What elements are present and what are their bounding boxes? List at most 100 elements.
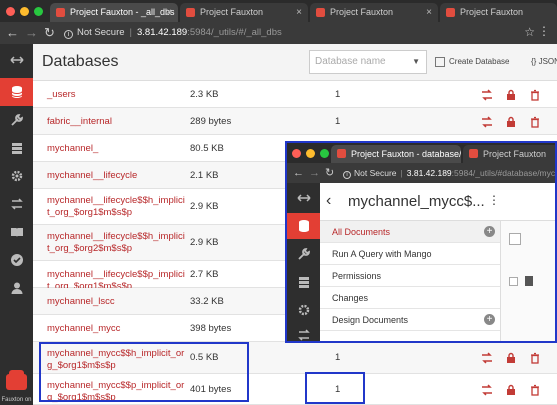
sidebar-item-config[interactable] — [0, 162, 33, 190]
close-tab-icon[interactable]: × — [166, 3, 172, 22]
select-all-checkbox[interactable] — [509, 233, 521, 245]
info-icon[interactable]: i — [64, 30, 73, 39]
sidebar-item-setup[interactable] — [287, 241, 320, 267]
forward-arrow-icon[interactable]: → — [309, 163, 320, 183]
json-link[interactable]: {} JSON — [531, 52, 557, 72]
add-icon[interactable]: + — [484, 314, 495, 325]
security-label: Not Secure — [354, 168, 397, 178]
fauxton-favicon-icon — [446, 8, 455, 17]
trash-icon[interactable] — [529, 89, 541, 101]
sidebar-footer-label: Fauxton on — [1, 397, 32, 403]
sidebar-item-databases[interactable] — [287, 213, 320, 239]
database-name-link[interactable]: mychannel_mycc — [47, 323, 185, 335]
sidebar-item-replication[interactable] — [287, 325, 320, 341]
back-arrow-icon[interactable]: ← — [293, 163, 304, 183]
fauxton-favicon-icon — [56, 8, 65, 17]
overlay-address-bar[interactable]: ← → ↻ i Not Secure | 3.81.42.189:5984/_util… — [287, 163, 555, 183]
fauxton-favicon-icon — [469, 149, 478, 158]
row-checkbox[interactable] — [509, 277, 518, 286]
sidebar-item-user[interactable] — [0, 274, 33, 302]
replicate-icon[interactable] — [481, 115, 493, 128]
database-row: fabric__internal 289 bytes 1 — [33, 108, 557, 135]
overlay-tab-0[interactable]: Project Fauxton - database/myc — [331, 145, 461, 163]
create-database-label: Create Database — [449, 57, 510, 66]
back-arrow-icon[interactable]: ← — [6, 25, 19, 41]
database-name-link[interactable]: mychannel_ — [47, 143, 185, 155]
minimize-window-button[interactable] — [20, 7, 29, 16]
sidebar-collapse-toggle[interactable] — [287, 185, 320, 211]
url-host: 3.81.42.189 — [406, 168, 452, 178]
trash-icon[interactable] — [529, 116, 541, 128]
database-menu-item[interactable]: Changes — [320, 287, 500, 309]
sidebar-item-setup[interactable] — [0, 106, 33, 134]
database-name-link[interactable]: fabric__internal — [47, 116, 185, 128]
url-separator: | — [400, 168, 403, 178]
sidebar-collapse-toggle[interactable] — [0, 46, 33, 74]
window-controls — [6, 7, 43, 16]
database-size: 2.3 KB — [190, 88, 219, 100]
server-icon — [298, 277, 309, 288]
database-name-link[interactable]: mychannel_lscc — [47, 296, 185, 308]
sidebar-item-replication[interactable] — [0, 190, 33, 218]
page-title: Databases — [42, 53, 119, 70]
url-field[interactable]: i Not Secure | 3.81.42.189:5984/_utils/#/_a… — [64, 25, 520, 41]
document-icon — [525, 276, 533, 286]
close-window-button[interactable] — [6, 7, 15, 16]
trash-icon[interactable] — [529, 384, 541, 396]
sidebar-item-active-tasks[interactable] — [0, 134, 33, 162]
minimize-window-button[interactable] — [306, 149, 315, 158]
database-name-search[interactable]: Database name ▼ — [309, 50, 427, 74]
tab-title: Project Fauxton — [483, 149, 547, 159]
back-chevron-icon[interactable]: ‹ — [326, 192, 331, 210]
replicate-icon[interactable] — [481, 88, 493, 101]
browser-tab-1[interactable]: Project Fauxton × — [180, 3, 308, 22]
close-tab-icon[interactable]: × — [296, 3, 302, 22]
forward-arrow-icon[interactable]: → — [25, 25, 38, 41]
lock-icon[interactable] — [505, 89, 517, 101]
sidebar-item-databases[interactable] — [0, 78, 33, 106]
replication-icon — [10, 198, 23, 210]
close-window-button[interactable] — [292, 149, 301, 158]
highlight-box-docs — [305, 372, 365, 404]
highlight-box-names — [39, 342, 249, 402]
browser-tab-0[interactable]: Project Fauxton - _all_dbs × — [50, 3, 178, 22]
fauxton-favicon-icon — [316, 8, 325, 17]
database-name-link[interactable]: mychannel__lifecycle — [47, 170, 185, 182]
maximize-window-button[interactable] — [320, 149, 329, 158]
lock-icon[interactable] — [505, 352, 517, 364]
verify-icon — [10, 254, 23, 266]
reload-icon[interactable]: ↻ — [44, 25, 55, 41]
add-icon[interactable]: + — [484, 226, 495, 237]
close-tab-icon[interactable]: × — [426, 3, 432, 22]
lock-icon[interactable] — [505, 116, 517, 128]
database-name-link[interactable]: mychannel__lifecycle$$h_implicit_org_$or… — [47, 231, 185, 255]
browser-tab-3[interactable]: Project Fauxton — [440, 3, 557, 22]
maximize-window-button[interactable] — [34, 7, 43, 16]
trash-icon[interactable] — [529, 352, 541, 364]
database-menu-item[interactable]: Permissions — [320, 265, 500, 287]
create-database-button[interactable]: Create Database — [433, 52, 509, 72]
sidebar-item-documentation[interactable] — [0, 218, 33, 246]
info-icon[interactable]: i — [343, 171, 351, 179]
database-name-link[interactable]: mychannel__lifecycle$$h_implicit_org_$or… — [47, 195, 185, 219]
reload-icon[interactable]: ↻ — [325, 163, 334, 183]
database-menu-item[interactable]: Design Documents + — [320, 309, 500, 331]
lock-icon[interactable] — [505, 384, 517, 396]
browser-tab-2[interactable]: Project Fauxton × — [310, 3, 438, 22]
database-title: mychannel_mycc$... — [348, 193, 485, 210]
database-menu-item[interactable]: All Documents + — [320, 221, 500, 243]
database-name-link[interactable]: _users — [47, 89, 185, 101]
database-options-icon[interactable]: ⋮ — [488, 193, 500, 207]
create-database-icon — [435, 57, 445, 67]
replicate-icon[interactable] — [481, 383, 493, 396]
database-menu-item[interactable]: Run A Query with Mango — [320, 243, 500, 265]
replicate-icon[interactable] — [481, 352, 493, 364]
bookmark-star-icon[interactable]: ☆ — [524, 25, 535, 39]
overlay-tab-1[interactable]: Project Fauxton — [463, 145, 555, 163]
sidebar-item-verify[interactable] — [0, 246, 33, 274]
tab-title: Project Fauxton — [330, 7, 394, 17]
sidebar-item-config[interactable] — [287, 297, 320, 323]
sidebar-item-active-tasks[interactable] — [287, 269, 320, 295]
overlay-window-controls — [292, 149, 329, 158]
chrome-menu-icon[interactable]: ⋮ — [538, 24, 550, 38]
